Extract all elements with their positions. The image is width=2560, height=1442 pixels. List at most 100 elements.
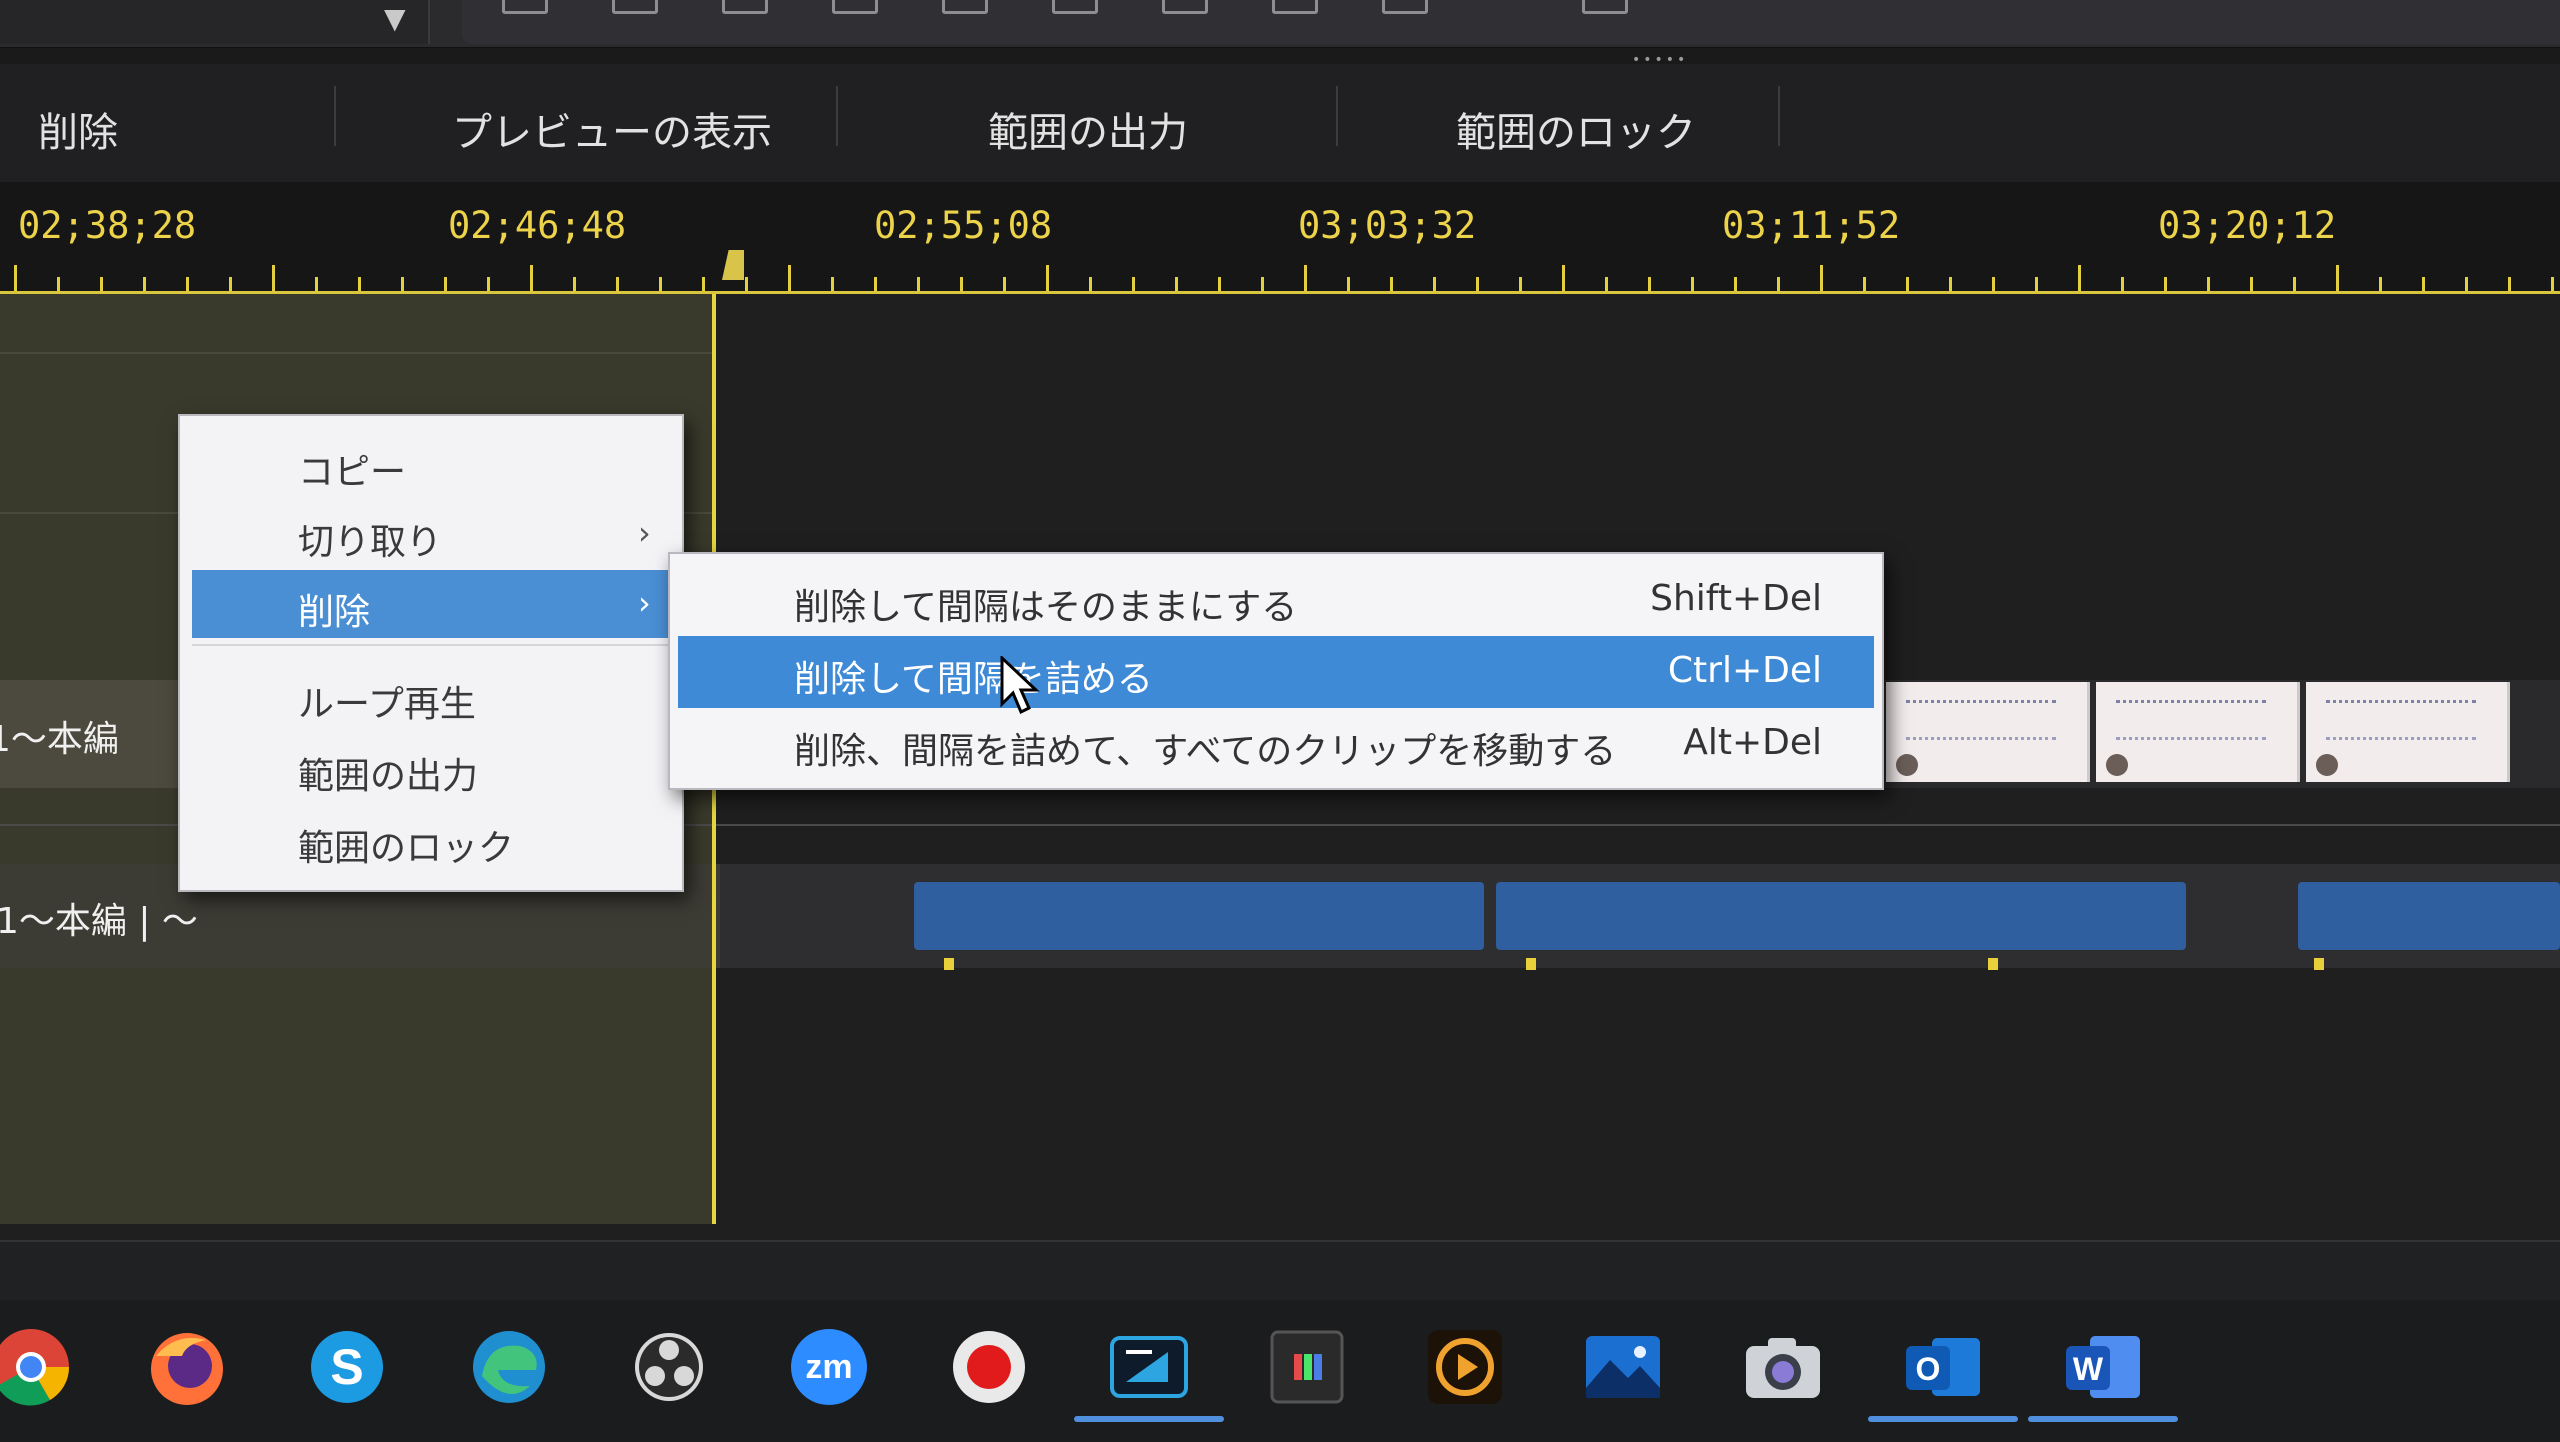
chevron-right-icon: ›: [638, 514, 651, 552]
ruler-tick: [1476, 277, 1479, 291]
svg-text:O: O: [1916, 1351, 1941, 1387]
photo-editor-icon[interactable]: [1582, 1326, 1664, 1408]
menu-item-loop-play[interactable]: ループ再生: [192, 662, 672, 730]
dropdown-arrow-icon[interactable]: ▼: [384, 2, 406, 35]
menu-item-copy[interactable]: コピー: [192, 430, 672, 498]
tool-icon[interactable]: [1272, 0, 1318, 14]
ruler-tick: [702, 277, 705, 291]
audio-waveform: [1776, 882, 2186, 950]
outlook-icon[interactable]: O: [1902, 1326, 1984, 1408]
tool-icon[interactable]: [1162, 0, 1208, 14]
taskbar: S zm O W: [0, 1240, 2560, 1442]
active-app-indicator: [1868, 1416, 2018, 1422]
track-divider: [0, 352, 714, 354]
ruler-tick: [2078, 265, 2081, 291]
menu-item-label: 切り取り: [298, 522, 443, 563]
word-icon[interactable]: W: [2062, 1326, 2144, 1408]
audio-waveform: [2298, 882, 2560, 950]
ruler-tick: [2293, 277, 2296, 291]
tool-icon[interactable]: [1052, 0, 1098, 14]
tool-icon[interactable]: [1382, 0, 1428, 14]
svg-text:W: W: [2073, 1351, 2104, 1387]
ruler-tick: [487, 277, 490, 291]
ruler-tick: [1820, 265, 1823, 291]
audio-marker: [944, 958, 954, 970]
lock-range-button[interactable]: 範囲のロック: [1456, 100, 1696, 158]
ruler-tick: [1046, 265, 1049, 291]
ruler-timecode: 02;46;48: [448, 204, 627, 247]
submenu-item-label: 削除して間隔を詰める: [794, 659, 1153, 700]
submenu-item-delete-keep-gap[interactable]: 削除して間隔はそのままにする Shift+Del: [678, 564, 1874, 636]
action-divider: [1778, 86, 1780, 146]
tool-icon[interactable]: [722, 0, 768, 14]
top-dropdown[interactable]: ▼: [0, 0, 430, 44]
ruler-tick: [2336, 265, 2339, 291]
context-menu: コピー 切り取り › 削除 › ループ再生 範囲の出力 範囲のロック: [178, 414, 684, 892]
ruler-tick: [2422, 277, 2425, 291]
tool-icon[interactable]: [1582, 0, 1628, 14]
menu-item-label: ループ再生: [298, 684, 476, 725]
active-app-indicator: [1074, 1416, 1224, 1422]
ruler-tick: [1992, 277, 1995, 291]
active-app-indicator: [2028, 1416, 2178, 1422]
skype-icon[interactable]: S: [306, 1326, 388, 1408]
ruler-tick: [1605, 277, 1608, 291]
audio-marker: [2314, 958, 2324, 970]
ruler-tick: [1261, 277, 1264, 291]
menu-item-label: 範囲のロック: [298, 828, 515, 869]
ruler-tick: [2551, 277, 2554, 291]
ruler-tick: [358, 277, 361, 291]
chrome-icon[interactable]: [0, 1326, 72, 1408]
delete-button[interactable]: 削除: [38, 100, 118, 158]
camera-icon[interactable]: [1742, 1326, 1824, 1408]
clip-thumbnail: [1886, 682, 2090, 782]
ruler-tick: [2508, 277, 2511, 291]
tool-icon[interactable]: [942, 0, 988, 14]
ruler-tick: [2035, 277, 2038, 291]
submenu-item-label: 削除して間隔はそのままにする: [794, 587, 1298, 628]
ruler-tick: [186, 277, 189, 291]
ruler-tick: [14, 265, 17, 291]
ruler-tick: [100, 277, 103, 291]
menu-item-cut[interactable]: 切り取り ›: [192, 500, 672, 568]
colordirector-icon[interactable]: [1266, 1326, 1348, 1408]
tool-icon[interactable]: [612, 0, 658, 14]
recorder-icon[interactable]: [948, 1326, 1030, 1408]
clip-thumbnail: [2096, 682, 2300, 782]
edge-icon[interactable]: [468, 1326, 550, 1408]
output-range-button[interactable]: 範囲の出力: [988, 100, 1188, 158]
menu-item-label: コピー: [298, 452, 407, 493]
show-preview-button[interactable]: プレビューの表示: [452, 100, 772, 158]
ruler-tick: [1519, 277, 1522, 291]
ruler-tick: [616, 277, 619, 291]
audiodirector-icon[interactable]: [1424, 1326, 1506, 1408]
submenu-item-delete-close-gap[interactable]: 削除して間隔を詰める Ctrl+Del: [678, 636, 1874, 708]
submenu-item-delete-ripple-all[interactable]: 削除、間隔を詰めて、すべてのクリップを移動する Alt+Del: [678, 708, 1874, 780]
submenu-item-label: 削除、間隔を詰めて、すべてのクリップを移動する: [794, 731, 1617, 772]
ruler-tick: [2207, 277, 2210, 291]
ruler-tick: [1648, 277, 1651, 291]
ruler-tick: [874, 277, 877, 291]
firefox-icon[interactable]: [146, 1326, 228, 1408]
ruler-tick: [2121, 277, 2124, 291]
menu-item-output-range[interactable]: 範囲の出力: [192, 734, 672, 802]
obs-icon[interactable]: [628, 1326, 710, 1408]
menu-item-lock-range[interactable]: 範囲のロック: [192, 806, 672, 874]
tool-icon[interactable]: [832, 0, 878, 14]
video-clip-label: 1～本編: [0, 719, 119, 760]
timeline-ruler[interactable]: 02;38;28 02;46;48 02;55;08 03;03;32 03;1…: [0, 182, 2560, 294]
menu-item-delete[interactable]: 削除 ›: [192, 570, 672, 638]
ruler-timecode: 02;55;08: [874, 204, 1053, 247]
ruler-timecode: 03;20;12: [2158, 204, 2337, 247]
video-clip[interactable]: 1～本編: [0, 680, 200, 788]
ruler-tick: [143, 277, 146, 291]
tool-icon[interactable]: [502, 0, 548, 14]
ruler-tick: [788, 265, 791, 291]
video-editor-icon[interactable]: [1108, 1326, 1190, 1408]
ruler-tick: [1863, 277, 1866, 291]
zoom-icon[interactable]: zm: [788, 1326, 870, 1408]
delete-submenu: 削除して間隔はそのままにする Shift+Del 削除して間隔を詰める Ctrl…: [668, 552, 1884, 790]
ruler-tick: [659, 277, 662, 291]
clip-thumbnail: [2306, 682, 2510, 782]
ruler-tick: [1562, 265, 1565, 291]
